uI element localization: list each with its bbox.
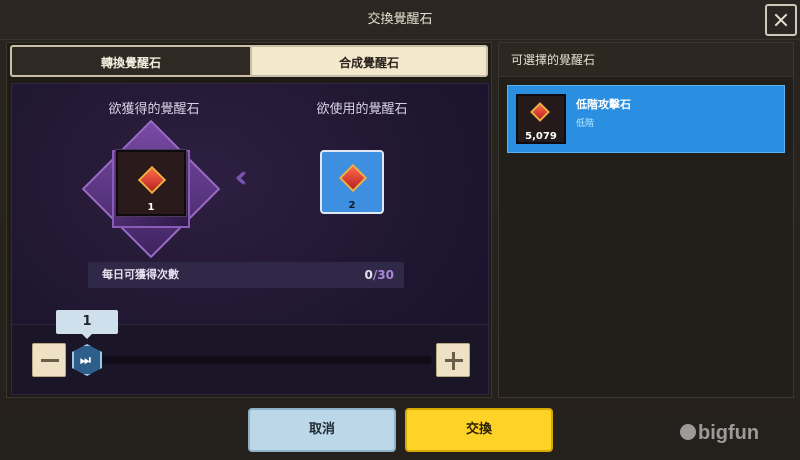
window-title: 交換覺醒石 [367,12,433,27]
get-stone-label: 欲獲得的覺醒石 [108,102,200,117]
stone-name: 低階攻擊石 [576,98,631,111]
get-stone-slot[interactable]: 1 [116,150,186,216]
stone-thumbnail: 5,079 [516,94,566,144]
skip-forward-icon: ⏭ [80,353,91,367]
stone-owned-count: 5,079 [525,131,557,142]
decrease-button[interactable] [32,343,66,377]
use-stone-slot[interactable]: 2 [320,150,384,214]
attack-stone-icon [530,102,550,122]
watermark-text: bigfun [698,422,760,444]
selectable-stones-panel: 可選擇的覺醒石 5,079 低階攻擊石 低階 [498,42,794,398]
stone-grade: 低階 [576,119,595,129]
exchange-panel: 轉換覺醒石 合成覺醒石 欲獲得的覺醒石 欲使用的覺醒石 1 ‹‹ 2 每日可獲得… [6,42,492,398]
daily-limit-bar: 每日可獲得次數 0/30 [88,262,404,288]
quantity-tooltip: 1 [56,310,118,339]
exchange-window: 交換覺醒石 轉換覺醒石 合成覺醒石 欲獲得的覺醒石 欲使用的覺醒石 1 ‹‹ 2… [0,0,800,460]
use-stone-label: 欲使用的覺醒石 [316,102,408,117]
use-stone-count: 2 [348,200,356,211]
increase-button[interactable] [436,343,470,377]
cancel-button[interactable]: 取消 [248,408,396,452]
title-bar: 交換覺醒石 [0,0,800,40]
tab-synthesize[interactable]: 合成覺醒石 [250,45,488,77]
daily-max: 30 [377,268,394,282]
get-stone-count: 1 [147,202,155,213]
selectable-stones-header: 可選擇的覺醒石 [499,43,793,77]
daily-current: 0 [364,268,373,282]
selectable-stones-title: 可選擇的覺醒石 [511,53,596,67]
stone-list-item[interactable]: 5,079 低階攻擊石 低階 [507,85,785,153]
bigfun-logo-icon [680,424,696,440]
exchange-area: 欲獲得的覺醒石 欲使用的覺醒石 1 ‹‹ 2 每日可獲得次數 0/30 1 ⏭ [11,83,489,395]
daily-limit-label: 每日可獲得次數 [102,268,179,281]
daily-limit-count: 0/30 [365,262,394,288]
exchange-button[interactable]: 交換 [405,408,553,452]
tab-convert[interactable]: 轉換覺醒石 [10,45,250,77]
attack-stone-icon [137,165,167,195]
watermark: bigfun [680,422,759,445]
attack-stone-icon [338,163,368,193]
quantity-slider-track[interactable] [86,356,432,364]
double-chevron-left-icon: ‹‹ [234,160,248,195]
close-button[interactable] [765,4,797,36]
